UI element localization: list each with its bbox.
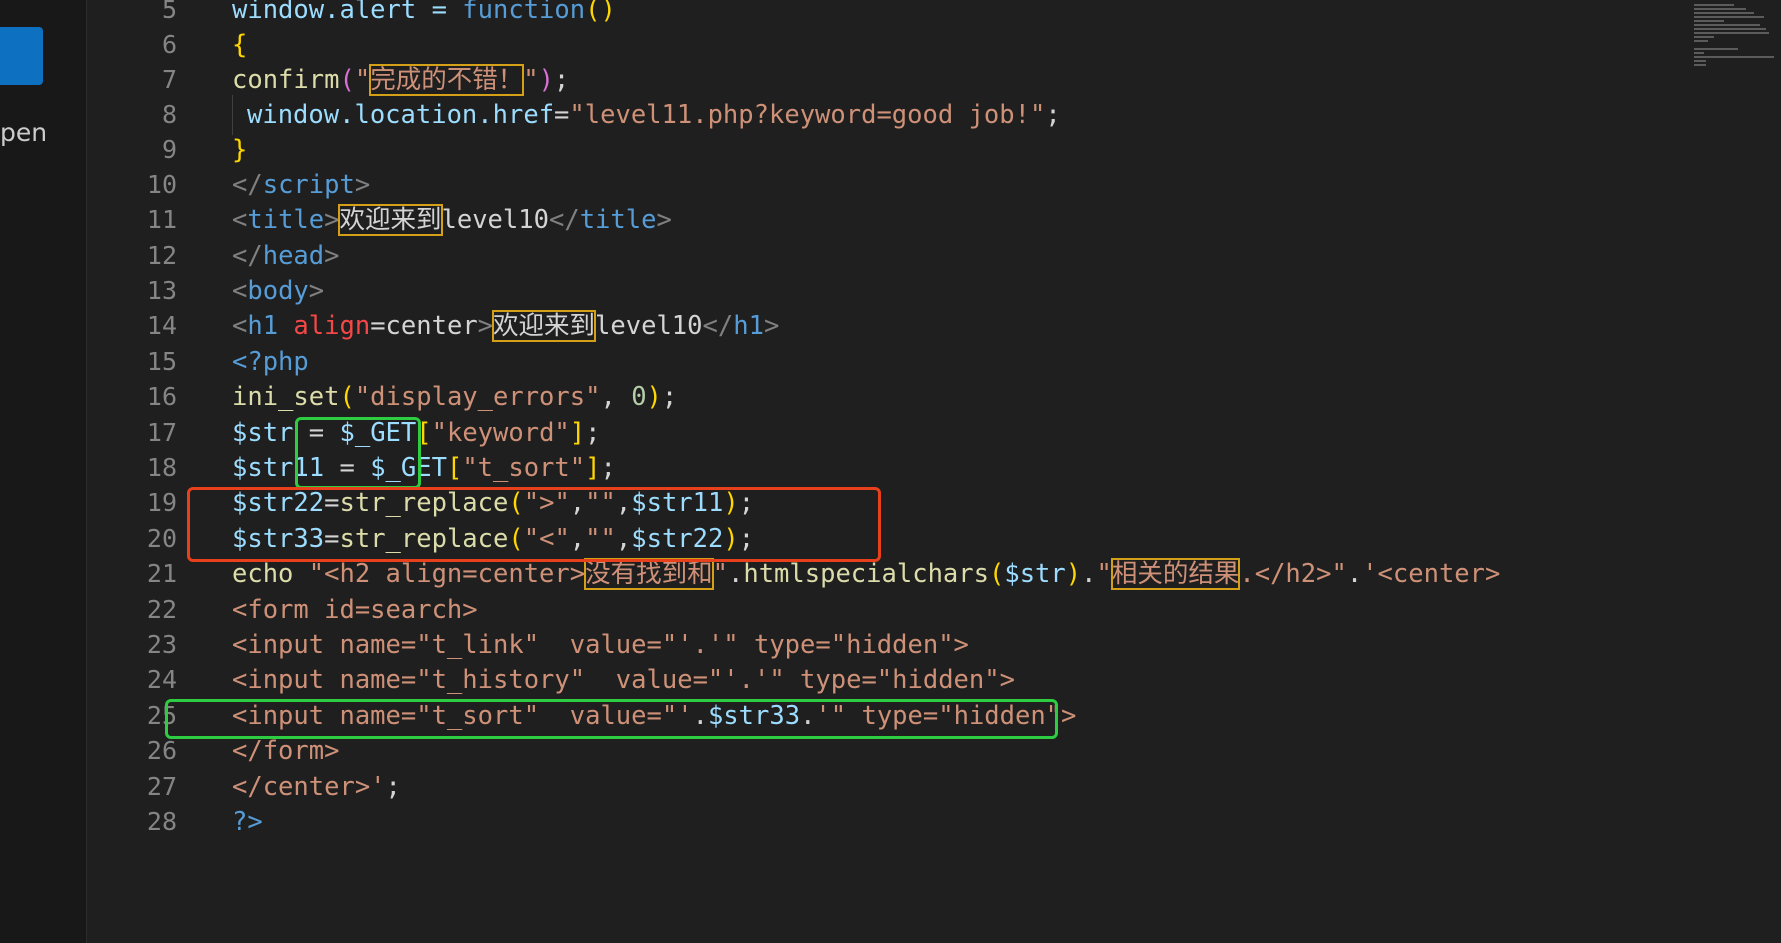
code-line: 16 ini_set("display_errors", 0); (87, 377, 1687, 417)
code-line: 6 { (87, 25, 1687, 65)
code-line: 23 <input name="t_link" value="'.'" type… (87, 625, 1687, 665)
code-text: </head> (232, 241, 340, 271)
code-line: 9 } (87, 130, 1687, 170)
sidebar-label: pen (0, 118, 48, 147)
code-text: <h1 align=center>欢迎来到level10</h1> (232, 310, 780, 342)
line-number: 16 (146, 382, 177, 411)
code-text: } (232, 135, 248, 165)
indent-guide (232, 95, 233, 135)
code-line: 14 <h1 align=center>欢迎来到level10</h1> (87, 306, 1687, 346)
code-text: <input name="t_history" value="'.'" type… (232, 665, 1015, 695)
line-number: 20 (146, 524, 177, 553)
code-line: 24 <input name="t_history" value="'.'" t… (87, 660, 1687, 700)
line-number: 17 (146, 418, 177, 447)
line-number: 9 (161, 135, 177, 164)
code-editor-window: pen 5 window.alert = function() 6 { 7 co… (0, 0, 1781, 943)
line-number: 8 (161, 100, 177, 129)
code-text: <title>欢迎来到level10</title> (232, 204, 672, 236)
green-annotation-box-input (165, 699, 1058, 739)
line-number: 18 (146, 453, 177, 482)
code-text: <input name="t_link" value="'.'" type="h… (232, 630, 969, 660)
line-number: 14 (146, 311, 177, 340)
code-text: <form id=search> (232, 595, 478, 625)
highlighted-chinese-text: 欢迎来到 (338, 204, 443, 236)
line-number: 11 (146, 205, 177, 234)
line-number: 6 (161, 30, 177, 59)
highlighted-chinese-text: 没有找到和 (584, 558, 714, 590)
open-folder-button[interactable] (0, 27, 43, 85)
red-annotation-box-replace (187, 487, 881, 562)
line-number: 26 (146, 736, 177, 765)
code-text: confirm("完成的不错！"); (232, 64, 570, 96)
line-number: 10 (146, 170, 177, 199)
code-line: 27 </center>'; (87, 767, 1687, 807)
editor-pane[interactable]: 5 window.alert = function() 6 { 7 confir… (87, 0, 1687, 943)
code-line: 22 <form id=search> (87, 590, 1687, 630)
code-line: 10 </script> (87, 165, 1687, 205)
explorer-sidebar: pen (0, 0, 87, 943)
code-text: { (232, 30, 248, 60)
line-number: 27 (146, 772, 177, 801)
code-text: </script> (232, 170, 371, 200)
line-number: 7 (161, 65, 177, 94)
line-number: 24 (146, 665, 177, 694)
line-number: 25 (146, 701, 177, 730)
code-line: 12 </head> (87, 236, 1687, 276)
code-line: 15 <?php (87, 342, 1687, 382)
green-annotation-box-get (295, 417, 421, 489)
highlighted-chinese-text: 相关的结果 (1110, 558, 1241, 590)
code-text: <body> (232, 276, 325, 306)
line-number: 22 (146, 595, 177, 624)
line-number: 19 (146, 488, 177, 517)
line-number: 21 (146, 559, 177, 588)
line-number: 28 (146, 807, 177, 836)
code-line: 11 <title>欢迎来到level10</title> (87, 200, 1687, 240)
highlighted-chinese-text: 完成的不错！ (369, 64, 525, 96)
code-line: 8 window.location.href="level11.php?keyw… (87, 95, 1687, 135)
line-number: 15 (146, 347, 177, 376)
highlighted-chinese-text: 欢迎来到 (492, 310, 597, 342)
minimap[interactable] (1690, 0, 1781, 943)
code-line: 28 ?> (87, 802, 1687, 842)
code-line: 13 <body> (87, 271, 1687, 311)
code-text: ini_set("display_errors", 0); (232, 382, 678, 412)
code-text: ?> (232, 807, 263, 837)
code-text: window.location.href="level11.php?keywor… (247, 100, 1061, 130)
code-line: 7 confirm("完成的不错！"); (87, 60, 1687, 100)
code-text: </center>'; (232, 772, 401, 802)
line-number: 12 (146, 241, 177, 270)
line-number: 13 (146, 276, 177, 305)
code-text: $str11 = $_GET["t_sort"]; (232, 453, 616, 483)
line-number: 23 (146, 630, 177, 659)
code-text: <?php (232, 347, 309, 377)
